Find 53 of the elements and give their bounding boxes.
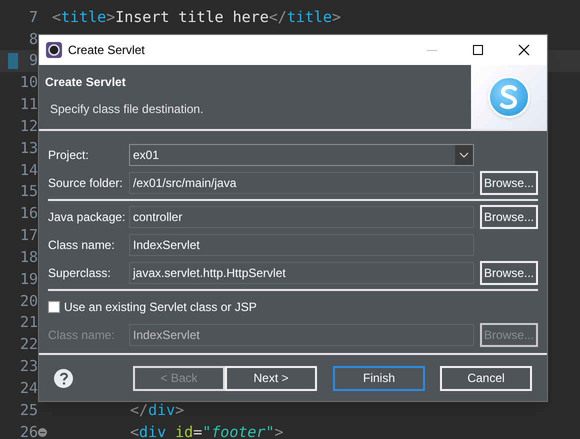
bookmark-marker-icon [8,52,18,69]
input-field[interactable]: /ex01/src/main/java [129,172,474,194]
line-number: 8 [28,28,38,50]
line-number: 14 [20,160,38,181]
input-field[interactable]: IndexServlet [129,234,474,256]
line-number: 11 [20,94,38,116]
dialog-button[interactable]: Cancel [440,366,532,390]
field-label: Java package: [48,209,126,226]
line-number: 17 [20,225,38,246]
line-number: 12 [20,116,38,137]
line-number: 23 [20,356,38,378]
maximize-icon [473,45,483,55]
field-label: Project: [48,147,90,164]
project-dropdown[interactable]: ex01 [129,144,474,166]
line-number: 13 [20,138,38,159]
line-number: 18 [20,246,38,268]
line-number: 16 [20,203,38,224]
header-description: Specify class file destination. [50,101,204,118]
field-label: Class name: [48,327,116,344]
browse-button[interactable]: Browse... [480,171,538,195]
field-label: Class name: [48,237,116,254]
line-number: 10 [20,72,38,94]
line-number: 15 [20,181,38,202]
line-number: 9 [28,50,38,72]
line-number: 21 [20,312,38,334]
fold-icon[interactable] [38,428,47,438]
line-number: 20 [20,290,38,312]
line-number: 19 [20,268,38,290]
input-field[interactable]: javax.servlet.http.HttpServlet [129,262,474,284]
input-field[interactable]: controller [129,206,474,228]
checkbox-label: Use an existing Servlet class or JSP [64,299,257,316]
code-line: <title>Insert title here</title> [52,6,341,28]
code-line: </div> [130,400,184,421]
line-number: 24 [20,378,38,400]
code-line: <div id="footer"> [130,422,284,439]
question-mark-icon [58,372,68,384]
servlet-logo-icon [488,76,530,118]
close-icon [518,44,530,56]
chevron-down-icon[interactable] [455,145,473,165]
line-number: 7 [28,6,38,28]
window-title: Create Servlet [68,42,145,59]
line-number: 25 [20,400,38,421]
browse-button[interactable]: Browse... [480,261,538,285]
header-title: Create Servlet [45,74,127,91]
field-label: Source folder: [48,175,124,192]
help-button[interactable] [54,368,73,388]
field-label: Superclass: [48,265,112,282]
line-number: 26 [20,422,38,439]
dialog-button[interactable]: Next > [225,366,317,390]
dialog-button[interactable]: Finish [333,366,425,390]
checkbox[interactable] [48,301,60,313]
line-number: 22 [20,334,38,356]
browse-button[interactable]: Browse... [480,205,538,229]
